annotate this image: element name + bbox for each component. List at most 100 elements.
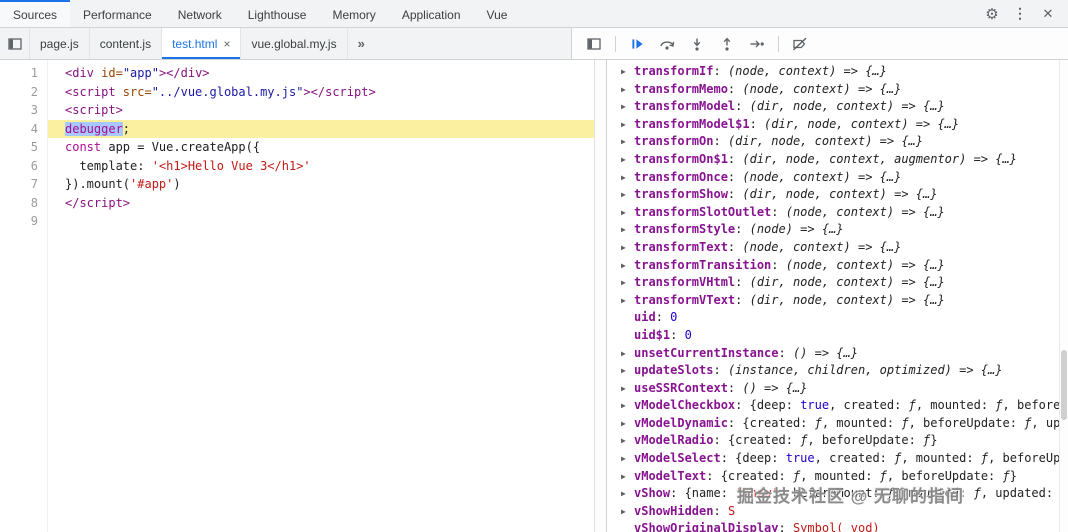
code-line-1[interactable]: <div id="app"></div>: [48, 64, 594, 83]
expand-arrow-icon[interactable]: ▶: [621, 204, 634, 222]
scope-row-transformslotoutlet[interactable]: ▶ transformSlotOutlet: (node, context) =>…: [621, 204, 1068, 222]
scope-row-transformtransition[interactable]: ▶ transformTransition: (node, context) =>…: [621, 257, 1068, 275]
line-number-1[interactable]: 1: [0, 64, 38, 83]
expand-arrow-icon[interactable]: ▶: [621, 98, 634, 116]
expand-arrow-icon[interactable]: ▶: [621, 450, 634, 468]
scope-row-usessrcontext[interactable]: ▶ useSSRContext: () => {…}: [621, 380, 1068, 398]
code-line-4[interactable]: debugger;: [48, 119, 594, 138]
scope-row-transformmodel[interactable]: ▶ transformModel: (dir, node, context) =>…: [621, 98, 1068, 116]
expand-arrow-icon[interactable]: ▶: [621, 186, 634, 204]
more-options-kebab-icon[interactable]: ⋮: [1006, 1, 1034, 27]
code-line-7[interactable]: }).mount('#app'): [48, 175, 594, 194]
expand-arrow-icon[interactable]: ▶: [621, 468, 634, 486]
scope-row-transformif[interactable]: ▶ transformIf: (node, context) => {…}: [621, 63, 1068, 81]
expand-arrow-icon[interactable]: ▶: [621, 362, 634, 380]
file-tab-page-js[interactable]: page.js: [30, 28, 90, 59]
code-line-5[interactable]: const app = Vue.createApp({: [48, 138, 594, 157]
main-tab-network[interactable]: Network: [165, 0, 235, 27]
expand-arrow-icon[interactable]: ▶: [621, 221, 634, 239]
code-line-3[interactable]: <script>: [48, 101, 594, 120]
scope-row-uid[interactable]: ▶uid: 0: [621, 309, 1068, 327]
navigator-panel-toggle-button[interactable]: [0, 28, 30, 59]
scope-scrollbar-thumb[interactable]: [1061, 350, 1067, 420]
expand-arrow-icon[interactable]: ▶: [621, 63, 634, 81]
scope-row-vmodelradio[interactable]: ▶ vModelRadio: {created: ƒ, beforeUpdate:…: [621, 432, 1068, 450]
expand-arrow-icon[interactable]: ▶: [621, 345, 634, 363]
line-number-2[interactable]: 2: [0, 83, 38, 102]
more-tabs-button[interactable]: »: [348, 28, 375, 59]
expand-arrow-icon[interactable]: ▶: [621, 133, 634, 151]
scope-row-vshoworiginaldisplay[interactable]: ▶vShowOriginalDisplay: Symbol(_vod): [621, 520, 1068, 532]
expand-arrow-icon[interactable]: ▶: [621, 415, 634, 433]
file-tab-content-js[interactable]: content.js: [90, 28, 163, 59]
main-tab-sources[interactable]: Sources: [0, 0, 71, 27]
scope-row-transformonce[interactable]: ▶ transformOnce: (node, context) => {…}: [621, 169, 1068, 187]
resume-script-execution-button[interactable]: [623, 31, 651, 57]
line-number-4[interactable]: 4: [0, 120, 38, 139]
close-devtools-icon[interactable]: ✕: [1034, 1, 1062, 27]
code-token: id=: [101, 66, 123, 80]
expand-arrow-icon[interactable]: ▶: [621, 274, 634, 292]
code-line-8[interactable]: </script>: [48, 194, 594, 213]
scope-row-unsetcurrentinstance[interactable]: ▶ unsetCurrentInstance: () => {…}: [621, 345, 1068, 363]
close-tab-icon[interactable]: ×: [223, 38, 230, 50]
expand-arrow-icon[interactable]: ▶: [621, 432, 634, 450]
property-colon: :: [727, 151, 743, 166]
main-tab-lighthouse[interactable]: Lighthouse: [235, 0, 320, 27]
scope-row-uid-1[interactable]: ▶uid$1: 0: [621, 327, 1068, 345]
expand-arrow-icon[interactable]: ▶: [621, 257, 634, 275]
code-line-9[interactable]: [48, 212, 594, 231]
scope-row-updateslots[interactable]: ▶ updateSlots: (instance, children, optim…: [621, 362, 1068, 380]
property-name: transformMemo: [634, 81, 728, 96]
file-tab-test-html[interactable]: test.html ×: [162, 28, 242, 59]
line-number-3[interactable]: 3: [0, 101, 38, 120]
property-name: uid: [634, 310, 656, 325]
scope-row-transformvhtml[interactable]: ▶ transformVHtml: (dir, node, context) =>…: [621, 274, 1068, 292]
scope-row-vmodeldynamic[interactable]: ▶ vModelDynamic: {created: ƒ, mounted: ƒ,…: [621, 415, 1068, 433]
step-button[interactable]: [743, 31, 771, 57]
main-tab-application[interactable]: Application: [389, 0, 474, 27]
code-line-6[interactable]: template: '<h1>Hello Vue 3</h1>': [48, 157, 594, 176]
code-area[interactable]: <div id="app"></div> <script src="../vue.…: [48, 60, 594, 532]
toggle-debugger-sidebar-button[interactable]: [580, 31, 608, 57]
expand-arrow-icon[interactable]: ▶: [621, 485, 634, 503]
scope-row-transformshow[interactable]: ▶ transformShow: (dir, node, context) => …: [621, 186, 1068, 204]
scope-row-vmodelcheckbox[interactable]: ▶ vModelCheckbox: {deep: true, created: ƒ…: [621, 397, 1068, 415]
main-tab-performance[interactable]: Performance: [70, 0, 165, 27]
main-tab-memory[interactable]: Memory: [319, 0, 388, 27]
scope-row-transformon[interactable]: ▶ transformOn: (dir, node, context) => {……: [621, 133, 1068, 151]
scope-row-vmodelselect[interactable]: ▶ vModelSelect: {deep: true, created: ƒ, …: [621, 450, 1068, 468]
scope-scrollbar[interactable]: [1059, 60, 1068, 532]
file-tab-vue-global-my-js[interactable]: vue.global.my.js: [241, 28, 348, 59]
main-tab-vue[interactable]: Vue: [474, 0, 521, 27]
line-number-7[interactable]: 7: [0, 175, 38, 194]
scope-row-transformvtext[interactable]: ▶ transformVText: (dir, node, context) =>…: [621, 292, 1068, 310]
expand-arrow-icon[interactable]: ▶: [621, 397, 634, 415]
step-into-button[interactable]: [683, 31, 711, 57]
scope-row-transformon-1[interactable]: ▶ transformOn$1: (dir, node, context, aug…: [621, 151, 1068, 169]
property-name: useSSRContext: [634, 380, 728, 395]
expand-arrow-icon[interactable]: ▶: [621, 81, 634, 99]
expand-arrow-icon[interactable]: ▶: [621, 239, 634, 257]
scope-variables-pane[interactable]: ▶ transformIf: (node, context) => {…} ▶ tra…: [607, 60, 1068, 532]
scope-row-transformtext[interactable]: ▶ transformText: (node, context) => {…}: [621, 239, 1068, 257]
editor-scrollbar[interactable]: [594, 60, 606, 532]
line-number-6[interactable]: 6: [0, 157, 38, 176]
expand-arrow-icon[interactable]: ▶: [621, 292, 634, 310]
line-number-5[interactable]: 5: [0, 138, 38, 157]
scope-row-transformmodel-1[interactable]: ▶ transformModel$1: (dir, node, context) …: [621, 116, 1068, 134]
scope-row-transformstyle[interactable]: ▶ transformStyle: (node) => {…}: [621, 221, 1068, 239]
step-over-button[interactable]: [653, 31, 681, 57]
settings-gear-icon[interactable]: ⚙: [978, 1, 1006, 27]
expand-arrow-icon[interactable]: ▶: [621, 380, 634, 398]
code-line-2[interactable]: <script src="../vue.global.my.js"></scri…: [48, 83, 594, 102]
line-number-9[interactable]: 9: [0, 212, 38, 231]
deactivate-breakpoints-button[interactable]: [786, 31, 814, 57]
expand-arrow-icon[interactable]: ▶: [621, 116, 634, 134]
expand-arrow-icon[interactable]: ▶: [621, 169, 634, 187]
line-number-8[interactable]: 8: [0, 194, 38, 213]
scope-row-transformmemo[interactable]: ▶ transformMemo: (node, context) => {…}: [621, 81, 1068, 99]
expand-arrow-icon[interactable]: ▶: [621, 151, 634, 169]
step-out-button[interactable]: [713, 31, 741, 57]
expand-arrow-icon[interactable]: ▶: [621, 503, 634, 521]
